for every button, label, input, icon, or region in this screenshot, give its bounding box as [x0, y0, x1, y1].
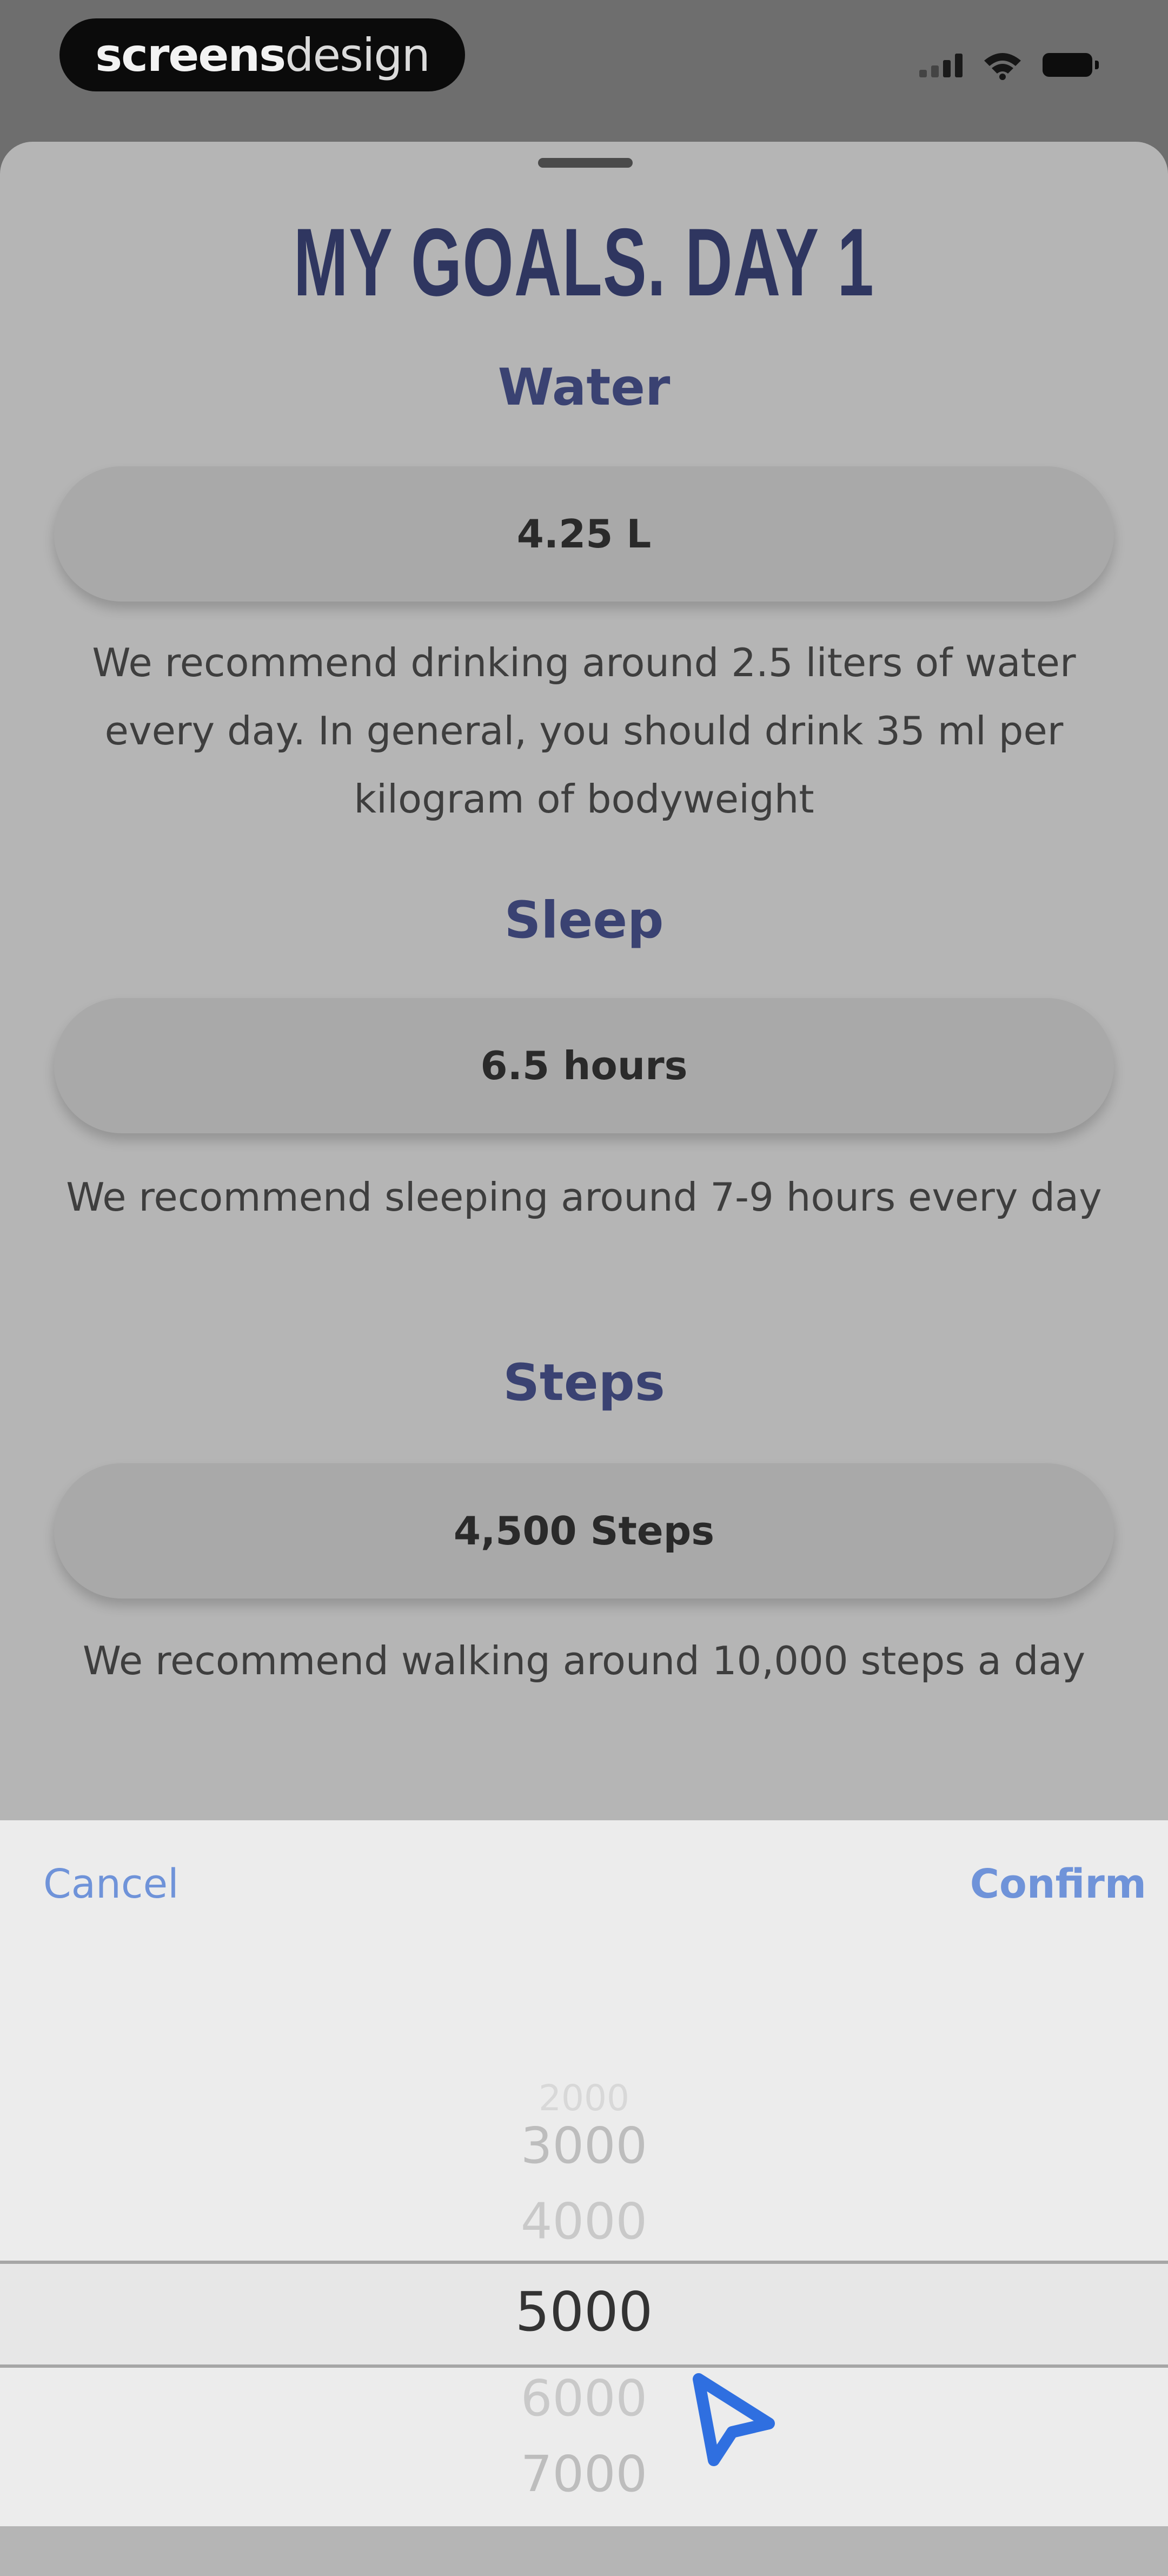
picker-option[interactable]: 7000: [0, 2445, 1168, 2503]
wifi-icon: [984, 53, 1021, 80]
status-icons: [919, 50, 1099, 80]
picker-option[interactable]: 6000: [0, 2369, 1168, 2427]
picker-option-selected[interactable]: 5000: [0, 2280, 1168, 2343]
pointer-cursor-icon: [693, 2373, 775, 2466]
sleep-goal-field[interactable]: 6.5 hours: [54, 998, 1114, 1133]
sleep-heading: Sleep: [504, 891, 664, 950]
picker-toolbar: Cancel Confirm: [0, 1820, 1168, 1945]
steps-goal-field[interactable]: 4,500 Steps: [54, 1463, 1114, 1599]
status-bar: screens design: [0, 0, 1168, 135]
steps-picker: Cancel Confirm 2000 3000 4000 5000 6000 …: [0, 1820, 1168, 2526]
brand-logo: screens design: [59, 18, 465, 91]
brand-logo-light: design: [285, 28, 430, 82]
sleep-description: We recommend sleeping around 7-9 hours e…: [66, 1174, 1102, 1220]
cancel-button[interactable]: Cancel: [43, 1861, 179, 1907]
picker-selection-top-line: [0, 2261, 1168, 2264]
sheet-grabber[interactable]: [538, 158, 633, 168]
water-goal-field[interactable]: 4.25 L: [54, 466, 1114, 602]
water-description: We recommend drinking around 2.5 liters …: [92, 640, 1076, 822]
picker-selection-bottom-line: [0, 2364, 1168, 2368]
picker-wheel[interactable]: 2000 3000 4000 5000 6000 7000: [0, 1945, 1168, 2526]
confirm-button[interactable]: Confirm: [970, 1861, 1146, 1907]
picker-option[interactable]: 4000: [0, 2192, 1168, 2250]
brand-logo-bold: screens: [95, 28, 286, 82]
picker-option[interactable]: 3000: [0, 2117, 1168, 2175]
steps-description: We recommend walking around 10,000 steps…: [82, 1638, 1086, 1683]
cellular-signal-icon: [919, 52, 963, 77]
page-title: MY GOALS. DAY 1: [293, 208, 875, 316]
picker-option[interactable]: 2000: [0, 2077, 1168, 2119]
water-heading: Water: [497, 358, 671, 417]
steps-heading: Steps: [503, 1353, 665, 1412]
battery-icon: [1043, 53, 1099, 77]
